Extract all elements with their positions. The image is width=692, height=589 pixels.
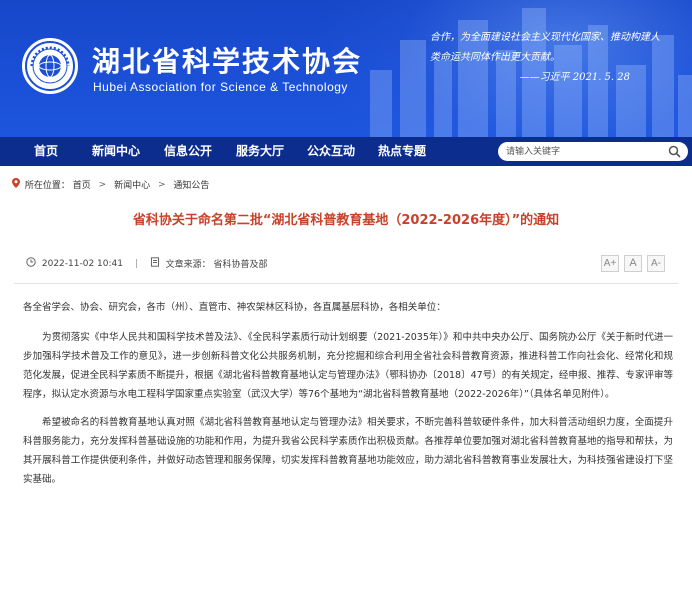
divider-line xyxy=(14,283,678,284)
breadcrumb-separator: > xyxy=(98,179,107,190)
article-meta: 2022-11-02 10:41 | 文章来源： 省科协普及部 xyxy=(26,257,268,271)
breadcrumb: 所在位置： 首页 > 新闻中心 > 通知公告 xyxy=(12,178,209,192)
leader-quote: 合作，为全面建设社会主义现代化国家、推动构建人 类命运共同体作出更大贡献。 ——… xyxy=(430,28,680,88)
hast-emblem-icon[interactable] xyxy=(22,38,78,94)
font-reset-button[interactable]: A xyxy=(624,255,642,272)
nav-item-info-disclosure[interactable]: 信息公开 xyxy=(164,137,212,166)
publish-datetime: 2022-11-02 10:41 xyxy=(41,258,123,269)
nav-item-hot-topics[interactable]: 热点专题 xyxy=(378,137,426,166)
breadcrumb-item-home[interactable]: 首页 xyxy=(73,178,91,191)
nav-item-home[interactable]: 首页 xyxy=(34,137,58,166)
clock-icon xyxy=(26,257,39,270)
salutation: 各全省学会、协会、研究会，各市（州）、直管市、神农架林区科协，各直属基层科协，各… xyxy=(23,302,446,313)
meta-divider: | xyxy=(134,258,138,269)
quote-signature: ——习近平 2021. 5. 28 xyxy=(519,72,630,83)
site-subtitle: Hubei Association for Science & Technolo… xyxy=(93,80,348,94)
header-banner: 湖北省科学技术协会 Hubei Association for Science … xyxy=(0,0,692,137)
search-icon[interactable] xyxy=(668,145,681,158)
nav-item-public-interaction[interactable]: 公众互动 xyxy=(307,137,355,166)
breadcrumb-item-notices[interactable]: 通知公告 xyxy=(173,178,209,191)
breadcrumb-prefix: 所在位置： xyxy=(24,181,70,191)
article-body: 各全省学会、协会、研究会，各市（州）、直管市、神农架林区科协，各直属基层科协，各… xyxy=(23,292,673,489)
article-title: 省科协关于命名第二批“湖北省科普教育基地（2022-2026年度）”的通知 xyxy=(132,213,560,228)
article-source: 省科协普及部 xyxy=(213,260,268,270)
nav-item-news[interactable]: 新闻中心 xyxy=(92,137,140,166)
nav-item-service-hall[interactable]: 服务大厅 xyxy=(236,137,284,166)
quote-line: 合作，为全面建设社会主义现代化国家、推动构建人 xyxy=(430,32,660,43)
breadcrumb-item-news[interactable]: 新闻中心 xyxy=(114,178,150,191)
paragraph: 希望被命名的科普教育基地认真对照《湖北省科普教育基地认定与管理办法》相关要求，不… xyxy=(23,417,673,485)
paragraph: 为贯彻落实《中华人民共和国科学技术普及法》、《全民科学素质行动计划纲要（2021… xyxy=(23,332,673,400)
quote-line: 类命运共同体作出更大贡献。 xyxy=(430,52,560,63)
search-input[interactable] xyxy=(506,143,666,160)
font-decrease-button[interactable]: A- xyxy=(647,255,665,272)
location-pin-icon xyxy=(12,178,22,191)
font-increase-button[interactable]: A+ xyxy=(601,255,619,272)
search-box xyxy=(498,142,688,161)
source-label: 文章来源： xyxy=(165,260,211,270)
site-title[interactable]: 湖北省科学技术协会 xyxy=(92,40,362,80)
breadcrumb-separator: > xyxy=(157,179,166,190)
main-nav: 首页 新闻中心 信息公开 服务大厅 公众互动 热点专题 xyxy=(0,137,692,166)
document-icon xyxy=(150,257,163,270)
